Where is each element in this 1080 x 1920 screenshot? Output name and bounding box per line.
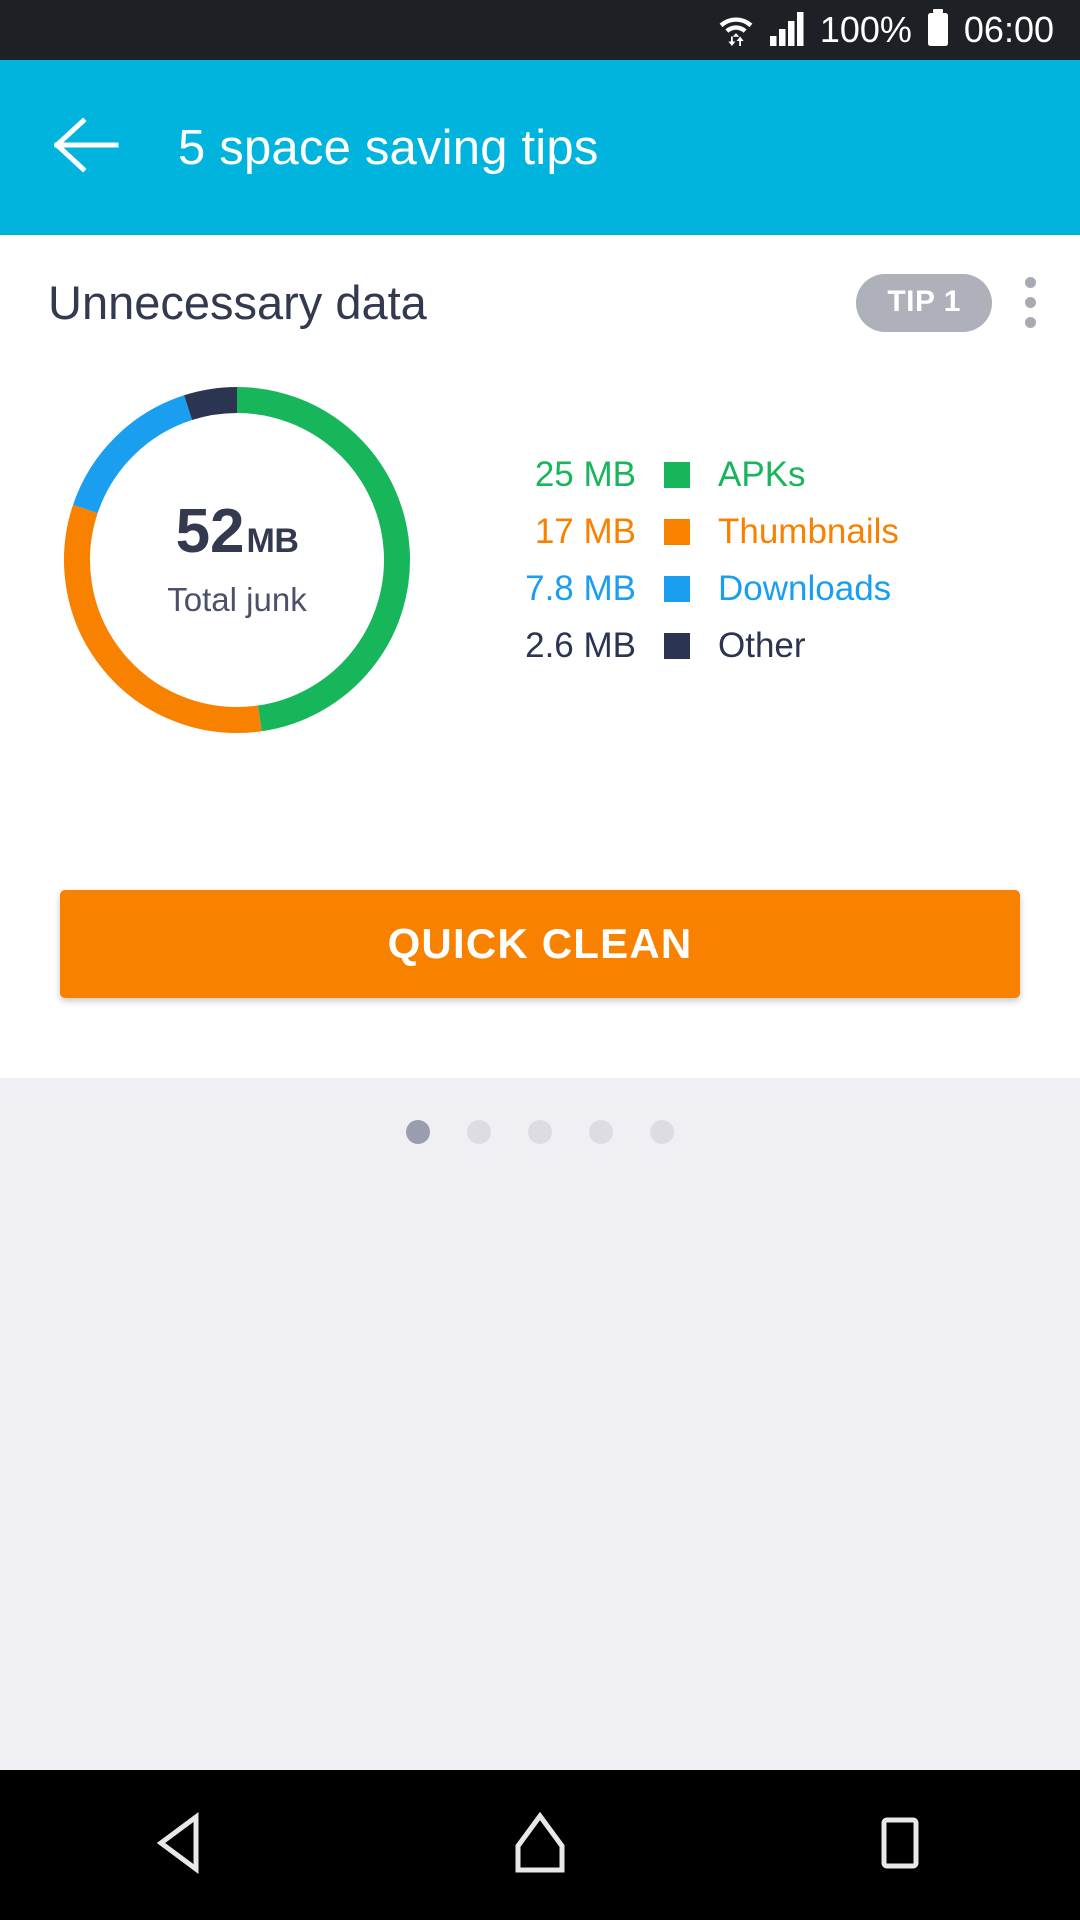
quick-clean-button[interactable]: QUICK CLEAN [60,890,1020,998]
page-backdrop [0,1078,1080,1770]
junk-legend: 25 MB APKs 17 MB Thumbnails 7.8 MB Downloads 2… [476,457,899,663]
donut-svg [64,387,410,733]
legend-row: 7.8 MB Downloads [476,571,899,606]
legend-label: APKs [718,455,806,494]
back-button[interactable] [40,100,136,196]
legend-swatch-icon [664,632,690,659]
donut-segment-other [184,387,238,421]
legend-swatch-icon [664,575,690,602]
pager-dot[interactable] [467,1120,491,1144]
battery-full-icon [925,8,951,53]
nav-recents-button[interactable] [800,1770,1000,1920]
card-header-actions: TIP 1 [856,268,1058,338]
kebab-dot [1024,317,1036,328]
legend-row: 2.6 MB Other [476,628,899,663]
legend-label: Downloads [718,569,892,608]
junk-breakdown-section: 52 MB Total junk 25 MB APKs 17 MB Thumbnails… [0,370,1080,750]
status-bar-icons: 100% 06:00 [716,8,1054,53]
legend-value: 17 MB [534,512,636,551]
kebab-menu-icon[interactable] [1002,268,1058,338]
arrow-left-icon [53,117,122,178]
nav-back-triangle-icon [150,1811,210,1879]
system-navigation-bar [0,1770,1080,1920]
battery-percent-label: 100% [819,9,912,50]
tip-badge[interactable]: TIP 1 [856,273,992,332]
legend-value: 2.6 MB [525,626,636,665]
pager-dots [0,1120,1080,1144]
page-title: 5 space saving tips [178,120,599,175]
kebab-dot [1024,297,1036,308]
donut-segment-apks [236,387,410,732]
legend-swatch-icon [664,461,690,488]
wifi-with-transfer-arrows-icon [716,8,756,53]
junk-donut-chart: 52 MB Total junk [52,375,422,745]
pager-dot[interactable] [589,1120,613,1144]
status-bar: 100% 06:00 [0,0,1080,60]
legend-row: 17 MB Thumbnails [476,514,899,549]
legend-label: Thumbnails [718,512,899,551]
legend-swatch-icon [664,518,690,545]
pager-dot-active[interactable] [406,1120,430,1144]
donut-segment-downloads [73,395,193,514]
tip-card: Unnecessary data TIP 1 52 MB Total junk 2… [0,235,1080,1078]
nav-home-icon [510,1811,570,1879]
nav-back-button[interactable] [80,1770,280,1920]
card-title: Unnecessary data [48,276,427,329]
legend-label: Other [718,626,806,665]
pager-dot[interactable] [650,1120,674,1144]
app-bar: 5 space saving tips [0,60,1080,235]
nav-home-button[interactable] [440,1770,640,1920]
clock-label: 06:00 [963,9,1054,50]
kebab-dot [1024,277,1036,288]
cellular-signal-icon [769,9,807,52]
card-header: Unnecessary data TIP 1 [0,235,1080,370]
legend-value: 25 MB [534,455,636,494]
legend-row: 25 MB APKs [476,457,899,492]
pager-dot[interactable] [528,1120,552,1144]
nav-recents-square-icon [873,1812,927,1879]
donut-segment-thumbnails [64,504,262,733]
cta-container: QUICK CLEAN [0,890,1080,998]
legend-value: 7.8 MB [525,569,636,608]
